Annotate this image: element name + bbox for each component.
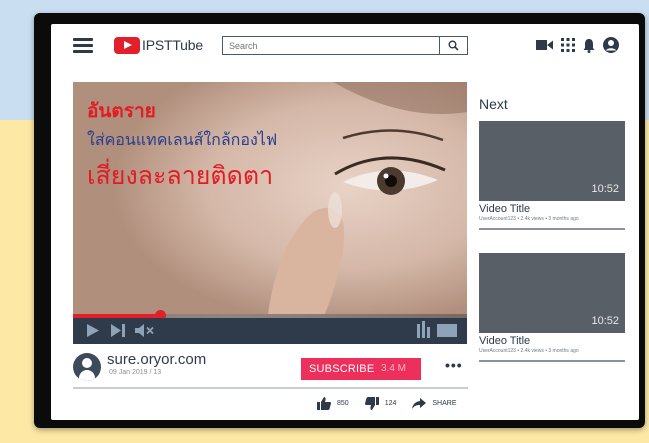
video-title[interactable]: Video Title	[479, 203, 625, 215]
publish-date: 09 Jan 2019 / 13	[109, 369, 162, 376]
info-divider	[73, 387, 468, 389]
video-thumbnail[interactable]: 10:52	[479, 121, 625, 201]
video-camera-icon[interactable]	[536, 39, 553, 51]
up-next-heading: Next	[479, 96, 508, 112]
engagement-bar: 850 124 SHARE	[317, 396, 473, 410]
thumbs-up-icon	[317, 396, 331, 410]
channel-avatar[interactable]	[73, 353, 101, 381]
app-logo-text[interactable]: IPSTTube	[142, 37, 203, 53]
subscribe-label: SUBSCRIBE	[309, 363, 375, 375]
card-divider	[479, 228, 625, 230]
card-divider	[479, 360, 625, 362]
up-next-video-2[interactable]: 10:52 Video Title UserAccount123 • 2.4k …	[479, 253, 625, 362]
overlay-title-line1: อันตราย	[87, 101, 156, 122]
overlay-title-line3: เสี่ยงละลายติดตา	[87, 162, 274, 190]
app-screen: IPSTTube Search อันตราย ใส่คอนแทคเลนส์ใก…	[51, 24, 639, 420]
mute-icon[interactable]	[135, 324, 155, 337]
video-duration: 10:52	[591, 315, 619, 327]
search-input[interactable]	[223, 37, 438, 54]
play-icon[interactable]	[87, 324, 99, 337]
video-title[interactable]: Video Title	[479, 335, 625, 347]
youtube-logo-icon[interactable]	[114, 37, 140, 54]
share-label: SHARE	[432, 399, 457, 407]
dislike-count: 124	[384, 399, 397, 407]
apps-grid-icon[interactable]	[561, 38, 575, 52]
overlay-title-line2: ใส่คอนแทคเลนส์ใกล้กองไฟ	[87, 132, 278, 149]
search-box	[222, 36, 468, 55]
subscribe-button[interactable]: SUBSCRIBE 3.4 M	[301, 358, 421, 380]
bell-icon[interactable]	[583, 38, 595, 53]
share-icon	[412, 397, 427, 409]
search-icon	[448, 40, 459, 51]
header-actions	[536, 36, 619, 54]
account-icon[interactable]	[603, 37, 619, 53]
video-player[interactable]: อันตราย ใส่คอนแทคเลนส์ใกล้กองไฟ เสี่ยงละ…	[73, 82, 467, 344]
thumbs-down-icon	[364, 396, 379, 410]
up-next-video-1[interactable]: 10:52 Video Title UserAccount123 • 2.4k …	[479, 121, 625, 230]
search-button[interactable]	[439, 37, 467, 54]
video-duration: 10:52	[591, 183, 619, 195]
share-button[interactable]: SHARE	[412, 397, 457, 409]
subscriber-count: 3.4 M	[381, 363, 407, 374]
video-meta: UserAccount123 • 2.4k views • 3 months a…	[479, 216, 579, 222]
like-count: 850	[337, 399, 349, 407]
video-meta: UserAccount123 • 2.4k views • 3 months a…	[479, 348, 579, 354]
video-thumbnail[interactable]: 10:52	[479, 253, 625, 333]
more-options-button[interactable]: •••	[445, 357, 463, 373]
channel-name[interactable]: sure.oryor.com	[107, 351, 206, 368]
player-controls	[73, 318, 467, 344]
menu-icon[interactable]	[73, 38, 93, 53]
next-icon[interactable]	[111, 324, 125, 337]
dislike-button[interactable]: 124	[364, 396, 397, 410]
like-button[interactable]: 850	[317, 396, 349, 410]
quality-icon[interactable]	[417, 321, 431, 338]
top-bar: IPSTTube	[51, 24, 639, 67]
fullscreen-icon[interactable]	[437, 324, 457, 337]
